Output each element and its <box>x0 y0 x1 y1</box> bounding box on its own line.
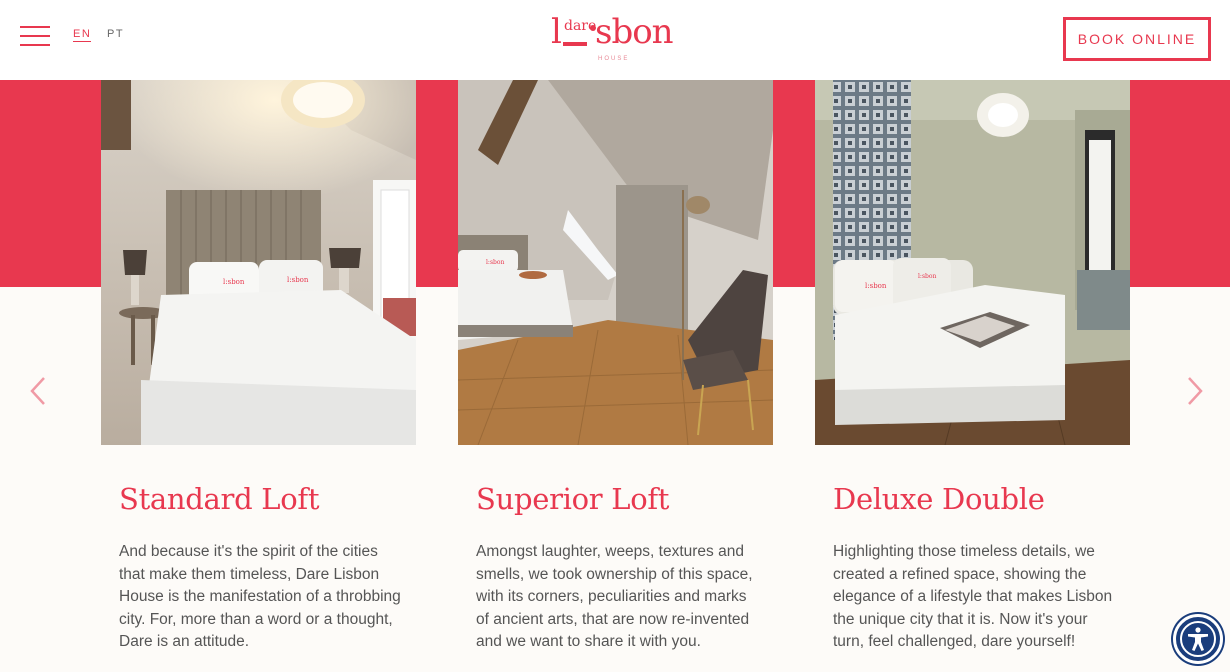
book-online-button[interactable]: BOOK ONLINE <box>1063 17 1211 61</box>
room-card-standard-loft[interactable]: l:sbon l:sbon Standard Loft And because … <box>101 80 416 650</box>
room-description: Amongst laughter, weeps, textures and sm… <box>476 543 753 650</box>
red-band-gap-1 <box>416 80 458 287</box>
room-description: Highlighting those timeless details, we … <box>833 543 1113 650</box>
svg-text:l:sbon: l:sbon <box>486 259 504 266</box>
svg-text:l:sbon: l:sbon <box>223 278 245 286</box>
chevron-left-icon[interactable] <box>28 376 50 406</box>
room-photo-deluxe-double[interactable]: l:sbon l:sbon <box>815 80 1130 445</box>
hamburger-menu-icon[interactable] <box>20 26 50 46</box>
logo-dot <box>590 25 596 31</box>
svg-text:l:sbon: l:sbon <box>865 282 887 290</box>
red-band-left <box>0 80 101 287</box>
logo-text-sbon: sbon <box>595 12 674 52</box>
chevron-right-icon[interactable] <box>1183 376 1205 406</box>
site-header: EN PT l sbon dare HOUSE BOOK ONLINE <box>0 0 1230 80</box>
room-photo-superior-loft[interactable]: l:sbon <box>458 80 773 445</box>
dare-lisbon-logo[interactable]: l sbon dare HOUSE <box>551 10 681 66</box>
svg-text:l:sbon: l:sbon <box>287 276 309 284</box>
room-title[interactable]: Superior Loft <box>476 482 669 516</box>
logo-letter-l: l <box>551 12 562 52</box>
accessibility-icon[interactable] <box>1173 614 1223 664</box>
room-card-deluxe-double[interactable]: l:sbon l:sbon Deluxe Double Highlighting… <box>815 80 1130 650</box>
room-photo-standard-loft[interactable]: l:sbon l:sbon <box>101 80 416 445</box>
svg-text:l:sbon: l:sbon <box>918 273 936 280</box>
logo-bar <box>563 42 587 46</box>
language-pt-link[interactable]: PT <box>107 28 124 40</box>
logo-subtitle: HOUSE <box>598 56 630 62</box>
red-band-right <box>1130 80 1230 287</box>
room-title[interactable]: Standard Loft <box>119 482 320 516</box>
red-band-gap-2 <box>773 80 815 287</box>
room-title[interactable]: Deluxe Double <box>833 482 1045 516</box>
language-en-link[interactable]: EN <box>73 28 92 42</box>
room-card-superior-loft[interactable]: l:sbon Superior Loft Amongst laughter, w… <box>458 80 773 650</box>
room-description: And because it's the spirit of the citie… <box>119 543 401 650</box>
